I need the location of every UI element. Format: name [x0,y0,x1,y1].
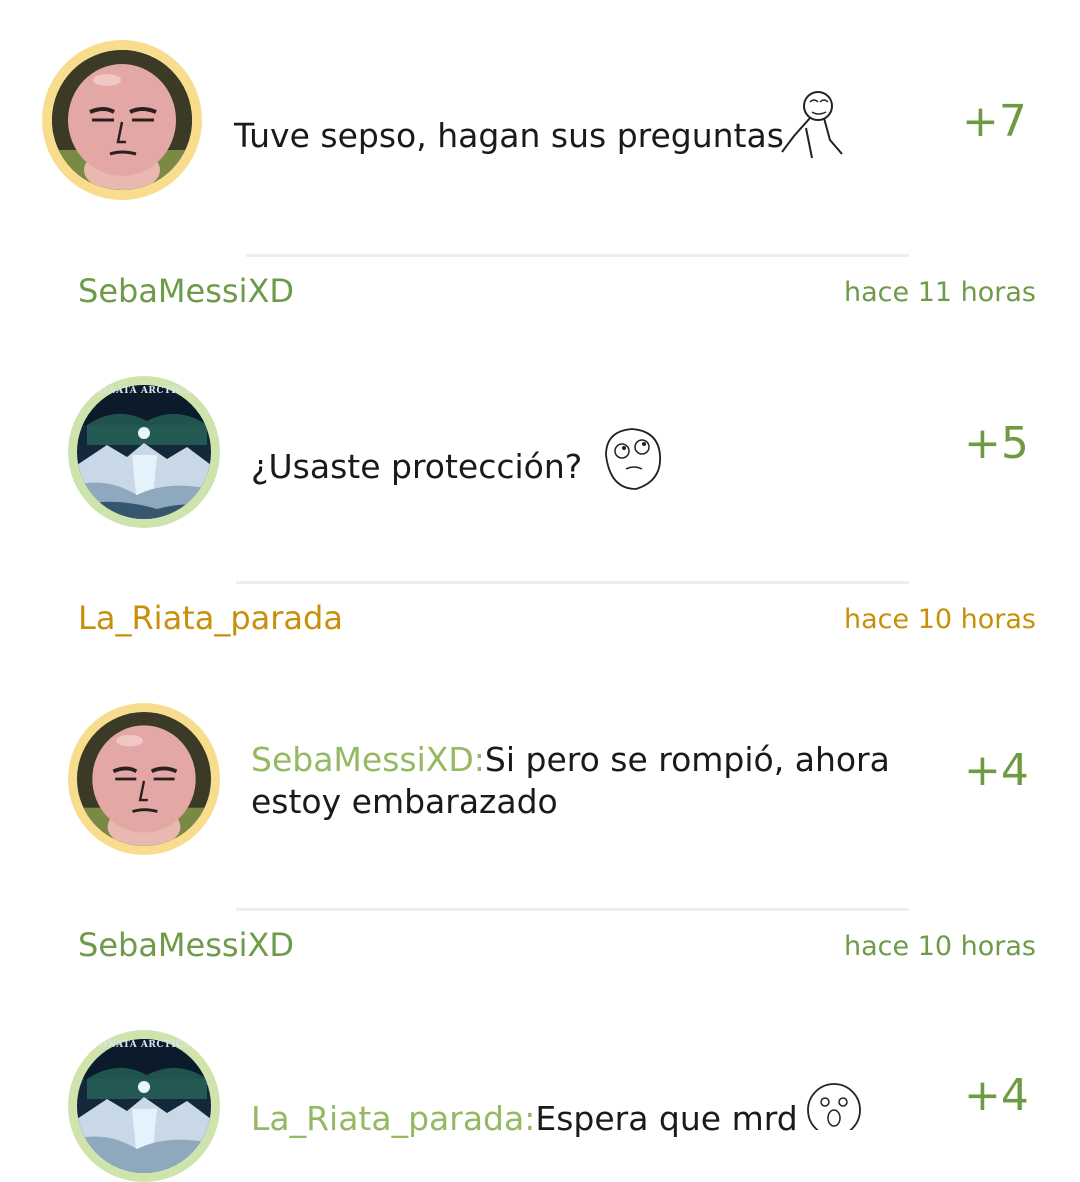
comment-text: La_Riata_parada:Espera que mrd [251,1098,798,1140]
vote-score[interactable]: +4 [964,745,1029,796]
reply-mention[interactable]: SebaMessiXD: [251,740,485,779]
album-title-logo: SONATA ARCTICA [92,1040,192,1050]
sonata-arctica-album-avatar-icon [77,385,211,519]
comment-timestamp: hace 11 horas [844,277,1036,308]
vote-score[interactable]: +4 [964,1070,1029,1121]
divider [246,254,909,257]
wondering-rage-face-icon [605,428,661,490]
avatar[interactable] [68,703,220,855]
comment-text: Tuve sepso, hagan sus preguntas [234,116,784,155]
comment-author[interactable]: La_Riata_parada [78,599,343,637]
album-title-logo: SONATA ARCTICA [92,386,192,396]
comment-author[interactable]: SebaMessiXD [78,272,294,310]
comment-timestamp: hace 10 horas [844,931,1036,962]
sonata-arctica-album-avatar-icon [77,1039,211,1173]
reply-mention[interactable]: La_Riata_parada: [251,1099,535,1138]
avatar[interactable] [42,40,202,200]
comment-text: SebaMessiXD:Si pero se rompió, ahora est… [251,739,931,823]
comment-author[interactable]: SebaMessiXD [78,926,294,964]
comment-text: ¿Usaste protección? [251,447,583,486]
comment-timestamp: hace 10 horas [844,604,1036,635]
comment-text-line: Espera que mrd [535,1099,798,1138]
divider [236,581,909,584]
avatar[interactable]: SONATA ARCTICA [68,376,220,528]
vote-score[interactable]: +5 [964,418,1029,469]
comment-text-line: estoy embarazado [251,782,558,821]
vote-score[interactable]: +7 [962,96,1027,147]
bald-face-avatar-icon [77,712,211,846]
comment-text-line: Si pero se rompió, ahora [484,740,890,779]
divider [236,908,909,911]
bald-face-avatar-icon [52,50,192,190]
fuck-yea-rage-face-icon [781,91,843,159]
avatar[interactable]: SONATA ARCTICA [68,1030,220,1182]
